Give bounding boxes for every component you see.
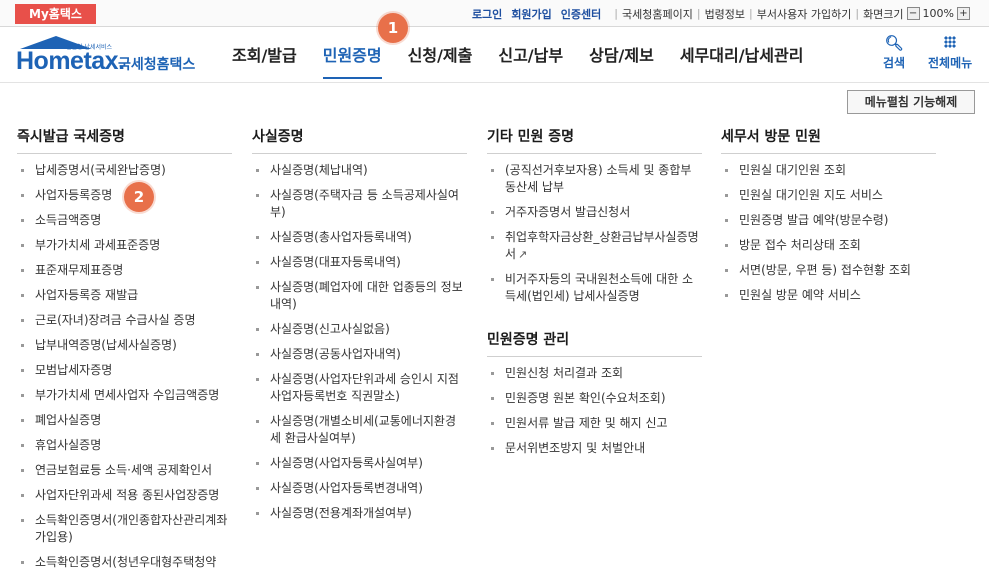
- column-subtitle: 민원증명 관리: [487, 329, 702, 357]
- grid-menu-icon: [928, 35, 972, 51]
- menu-link[interactable]: 사실증명(신고사실없음): [252, 321, 467, 338]
- menu-link[interactable]: 사실증명(사업자등록변경내역): [252, 480, 467, 497]
- external-link-icon: ↗: [518, 248, 528, 261]
- zoom-value: 100%: [922, 7, 954, 20]
- menu-link[interactable]: 소득금액증명: [17, 212, 232, 229]
- cert-center-link[interactable]: 인증센터: [561, 6, 601, 22]
- menu-link[interactable]: 사실증명(대표자등록내역): [252, 254, 467, 271]
- menu-link[interactable]: 휴업사실증명: [17, 437, 232, 454]
- nav-consult-tip[interactable]: 상담/제보: [589, 27, 654, 83]
- menu-link[interactable]: 사업자단위과세 적용 종된사업장증명: [17, 487, 232, 504]
- menu-link[interactable]: 폐업사실증명: [17, 412, 232, 429]
- search-label: 검색: [883, 56, 906, 70]
- hometax-logo[interactable]: 민원형 납세서비스 Hometax. 국세청홈택스: [14, 31, 204, 79]
- menu-link[interactable]: 사실증명(폐업자에 대한 업종등의 정보내역): [252, 279, 467, 313]
- search-icon: 🔍︎: [884, 34, 904, 52]
- menu-link[interactable]: 민원실 대기인원 지도 서비스: [721, 187, 936, 204]
- menu-link[interactable]: 민원실 방문 예약 서비스: [721, 287, 936, 304]
- menu-link[interactable]: 소득확인증명서(청년우대형주택청약: [17, 554, 232, 571]
- column-office-visit: 세무서 방문 민원 민원실 대기인원 조회 민원실 대기인원 지도 서비스 민원…: [721, 126, 936, 304]
- dept-user-signup-link[interactable]: 부서사용자 가입하기: [757, 6, 852, 22]
- menu-link[interactable]: 민원실 대기인원 조회: [721, 162, 936, 179]
- column-fact-certificates: 사실증명 사실증명(체납내역) 사실증명(주택자금 등 소득공제사실여부) 사실…: [252, 126, 467, 522]
- column-title: 세무서 방문 민원: [721, 126, 936, 154]
- step-badge-2: 2: [124, 182, 154, 212]
- menu-link[interactable]: 사실증명(총사업자등록내역): [252, 229, 467, 246]
- menu-link-label: 취업후학자금상환_상환금납부사실증명서: [505, 230, 699, 261]
- menu-link[interactable]: 사실증명(개별소비세(교통에너지환경세 환급사실여부): [252, 413, 467, 447]
- zoom-out-button[interactable]: −: [906, 7, 920, 20]
- all-menu-label: 전체메뉴: [928, 56, 973, 70]
- main-header: 민원형 납세서비스 Hometax. 국세청홈택스 조회/발급 민원증명 신청/…: [0, 27, 989, 83]
- nav-inquiry-issue[interactable]: 조회/발급: [232, 27, 297, 83]
- global-nav: 조회/발급 민원증명 신청/제출 신고/납부 상담/제보 세무대리/납세관리: [232, 27, 829, 83]
- menu-link[interactable]: 사업자등록증 재발급: [17, 287, 232, 304]
- column-other-certificates: 기타 민원 증명 (공직선거후보자용) 소득세 및 종합부동산세 납부 거주자증…: [487, 126, 702, 457]
- menu-link[interactable]: 납부내역증명(납세사실증명): [17, 337, 232, 354]
- menu-link[interactable]: 서면(방문, 우편 등) 접수현황 조회: [721, 262, 936, 279]
- menu-link[interactable]: 연금보험료등 소득·세액 공제확인서: [17, 462, 232, 479]
- divider: |: [749, 7, 753, 20]
- zoom-label: 화면크기: [863, 7, 904, 21]
- logo-korean: 국세청홈택스: [118, 57, 196, 73]
- menu-link[interactable]: 민원증명 원본 확인(수요처조회): [487, 390, 702, 407]
- menu-link[interactable]: 납세증명서(국세완납증명): [17, 162, 232, 179]
- step-badge-1: 1: [378, 13, 408, 43]
- nts-homepage-link[interactable]: 국세청홈페이지: [622, 6, 693, 22]
- menu-link[interactable]: 사실증명(사업자등록사실여부): [252, 455, 467, 472]
- zoom-in-button[interactable]: +: [957, 7, 970, 20]
- nav-civil-certificate[interactable]: 민원증명: [322, 27, 382, 83]
- my-hometax-button[interactable]: My홈택스: [15, 4, 96, 24]
- top-utility-bar: My홈택스 로그인 회원가입 인증센터 | 국세청홈페이지 | 법령정보 | 부…: [0, 0, 989, 27]
- menu-link[interactable]: 부가가치세 과세표준증명: [17, 237, 232, 254]
- divider: |: [855, 7, 860, 20]
- menu-link[interactable]: 사실증명(전용계좌개설여부): [252, 505, 467, 522]
- menu-expand-toggle-button[interactable]: 메뉴펼침 기능해제: [847, 90, 975, 114]
- nav-tax-agent[interactable]: 세무대리/납세관리: [680, 27, 804, 83]
- divider: |: [696, 7, 701, 20]
- menu-link[interactable]: 사실증명(사업자단위과세 승인시 지점사업자등록번호 직권말소): [252, 371, 467, 405]
- login-link[interactable]: 로그인: [472, 6, 502, 22]
- menu-link[interactable]: 거주자증명서 발급신청서: [487, 204, 702, 221]
- utility-links: 로그인 회원가입 인증센터 | 국세청홈페이지 | 법령정보 | 부서사용자 가…: [472, 0, 973, 27]
- menu-link[interactable]: 민원증명 발급 예약(방문수령): [721, 212, 936, 229]
- column-title: 기타 민원 증명: [487, 126, 702, 154]
- column-title: 사실증명: [252, 126, 467, 154]
- column-title: 즉시발급 국세증명: [17, 126, 232, 154]
- menu-link[interactable]: 모범납세자증명: [17, 362, 232, 379]
- menu-link[interactable]: 사실증명(공동사업자내역): [252, 346, 467, 363]
- search-button[interactable]: 🔍︎ 검색: [883, 35, 905, 71]
- menu-link[interactable]: 소득확인증명서(개인종합자산관리계좌 가입용): [17, 512, 232, 546]
- nav-report-pay[interactable]: 신고/납부: [498, 27, 563, 83]
- menu-link[interactable]: (공직선거후보자용) 소득세 및 종합부동산세 납부: [487, 162, 702, 196]
- menu-link[interactable]: 취업후학자금상환_상환금납부사실증명서 ↗: [487, 229, 702, 263]
- law-info-link[interactable]: 법령정보: [705, 6, 745, 22]
- menu-link[interactable]: 방문 접수 처리상태 조회: [721, 237, 936, 254]
- menu-link[interactable]: 민원신청 처리결과 조회: [487, 365, 702, 382]
- menu-link[interactable]: 표준재무제표증명: [17, 262, 232, 279]
- nav-apply-submit[interactable]: 신청/제출: [408, 27, 473, 83]
- menu-link[interactable]: 사실증명(체납내역): [252, 162, 467, 179]
- logo-wordmark: Hometax.: [16, 47, 125, 75]
- menu-link[interactable]: 비거주자등의 국내원천소득에 대한 소득세(법인세) 납세사실증명: [487, 271, 702, 305]
- all-menu-button[interactable]: 전체메뉴: [928, 35, 972, 71]
- divider: |: [614, 7, 618, 20]
- menu-link[interactable]: 근로(자녀)장려금 수급사실 증명: [17, 312, 232, 329]
- menu-link[interactable]: 문서위변조방지 및 처벌안내: [487, 440, 702, 457]
- menu-link[interactable]: 민원서류 발급 제한 및 해지 신고: [487, 415, 702, 432]
- signup-link[interactable]: 회원가입: [511, 6, 551, 22]
- menu-link[interactable]: 사실증명(주택자금 등 소득공제사실여부): [252, 187, 467, 221]
- menu-link[interactable]: 부가가치세 면세사업자 수입금액증명: [17, 387, 232, 404]
